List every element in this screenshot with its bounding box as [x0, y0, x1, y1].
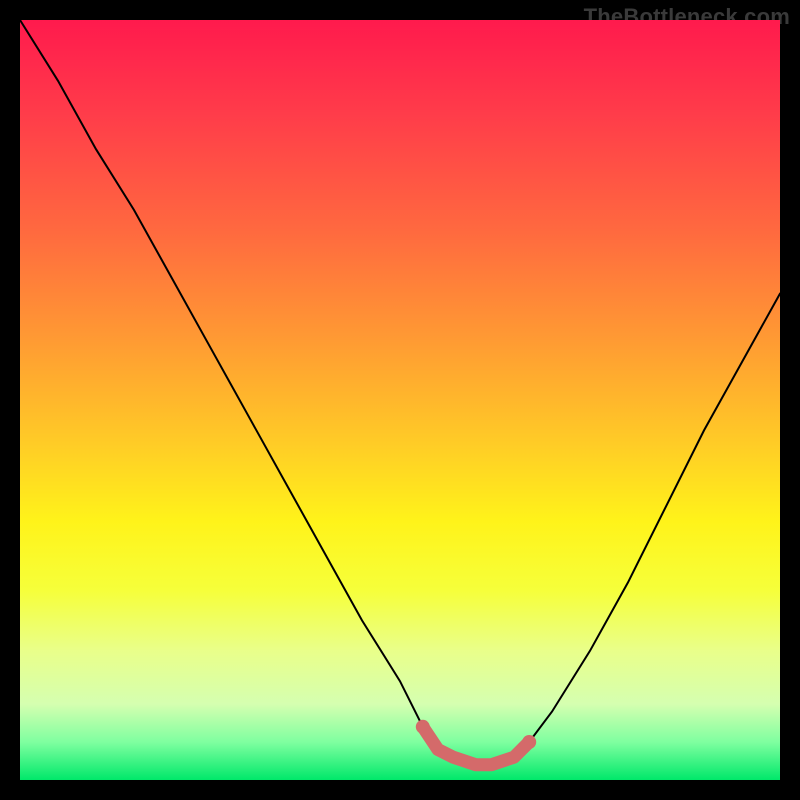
valley-dot-end	[522, 735, 536, 749]
bottleneck-curve-path	[20, 20, 780, 765]
bottleneck-curve-svg	[20, 20, 780, 780]
valley-dot-start	[416, 720, 430, 734]
plot-area	[20, 20, 780, 780]
chart-stage: TheBottleneck.com	[0, 0, 800, 800]
valley-highlight-path	[423, 727, 529, 765]
